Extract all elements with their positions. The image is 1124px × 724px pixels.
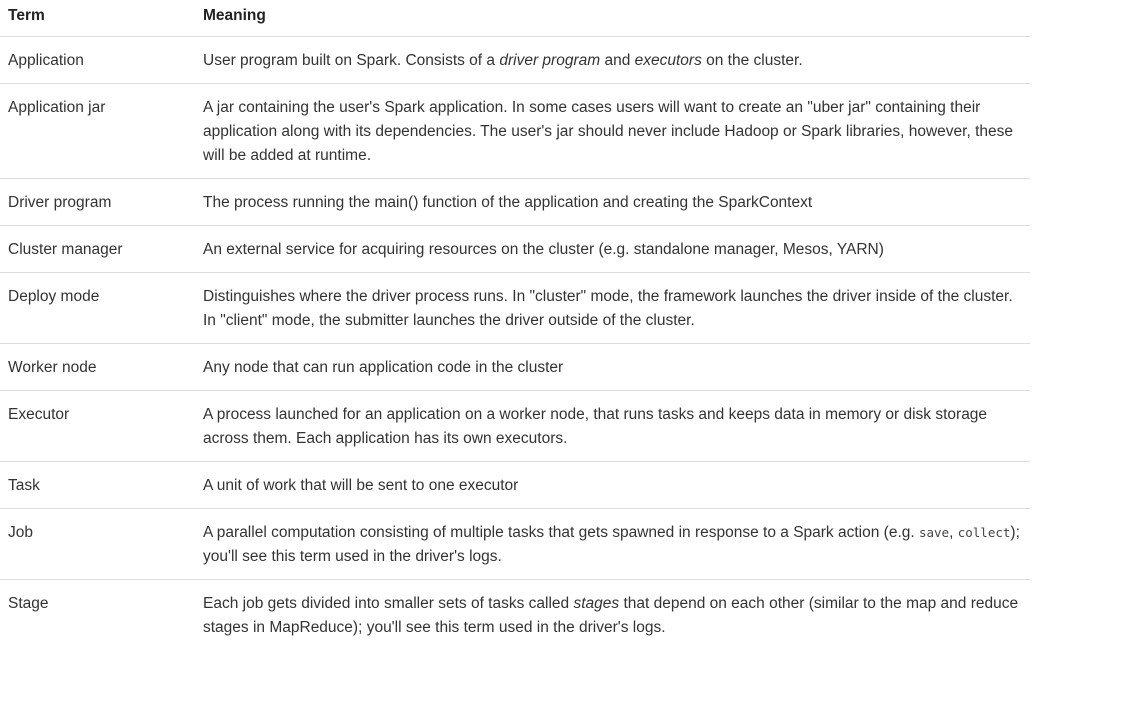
meaning-text: and (600, 52, 635, 69)
table-row: Deploy mode Distinguishes where the drive… (0, 272, 1030, 344)
table-row: Application jar A jar containing the user… (0, 83, 1030, 179)
term-column-header: Term (8, 7, 45, 24)
meaning-cell: User program built on Spark. Consists of… (195, 37, 1030, 84)
table-row: Application User program built on Spark. … (0, 36, 1030, 84)
table-row: Driver program The process running the ma… (0, 178, 1030, 226)
meaning-cell: The process running the main() function … (195, 179, 1030, 226)
table-body: Application User program built on Spark. … (0, 36, 1030, 651)
meaning-text: A process launched for an application on… (203, 406, 988, 447)
meaning-text: Each job gets divided into smaller sets … (203, 595, 574, 612)
meaning-cell: Distinguishes where the driver process r… (195, 273, 1030, 344)
term-cell: Job (8, 524, 33, 541)
meaning-text: A unit of work that will be sent to one … (203, 477, 519, 494)
meaning-text: User program built on Spark. Consists of… (203, 52, 500, 69)
term-cell: Executor (8, 406, 70, 423)
glossary-table: Term Meaning Application User program bui… (0, 0, 1030, 650)
table-row: Worker node Any node that can run applica… (0, 343, 1030, 391)
term-cell: Deploy mode (8, 288, 100, 305)
meaning-text: Any node that can run application code i… (203, 359, 564, 376)
meaning-cell: A unit of work that will be sent to one … (195, 462, 1030, 509)
term-cell: Application (8, 52, 84, 69)
header-row: Term Meaning (0, 0, 1030, 37)
meaning-text: The process running the main() function … (203, 194, 813, 211)
meaning-cell: Any node that can run application code i… (195, 344, 1030, 391)
code-text: collect (957, 525, 1011, 540)
table-row: Job A parallel computation consisting of … (0, 508, 1030, 580)
term-cell: Driver program (8, 194, 112, 211)
code-text: save (918, 525, 950, 540)
emphasized-text: executors (634, 52, 702, 69)
term-cell: Worker node (8, 359, 97, 376)
table-header: Term Meaning (0, 0, 1030, 37)
meaning-column-header: Meaning (203, 7, 266, 24)
meaning-text: , (949, 524, 958, 541)
table-row: Stage Each job gets divided into smaller … (0, 579, 1030, 651)
table-row: Task A unit of work that will be sent to … (0, 461, 1030, 509)
table-row: Executor A process launched for an applic… (0, 390, 1030, 462)
meaning-cell: A jar containing the user's Spark applic… (195, 84, 1030, 179)
table-row: Cluster manager An external service for a… (0, 225, 1030, 273)
meaning-text: A jar containing the user's Spark applic… (203, 99, 1014, 164)
meaning-text: An external service for acquiring resour… (203, 241, 884, 258)
meaning-cell: An external service for acquiring resour… (195, 226, 1030, 273)
meaning-cell: A parallel computation consisting of mul… (195, 509, 1030, 580)
meaning-text: A parallel computation consisting of mul… (203, 524, 919, 541)
meaning-cell: Each job gets divided into smaller sets … (195, 580, 1030, 651)
term-cell: Task (8, 477, 40, 494)
meaning-text: Distinguishes where the driver process r… (203, 288, 1013, 329)
term-cell: Cluster manager (8, 241, 123, 258)
emphasized-text: driver program (499, 52, 601, 69)
term-cell: Stage (8, 595, 49, 612)
term-cell: Application jar (8, 99, 106, 116)
meaning-cell: A process launched for an application on… (195, 391, 1030, 462)
meaning-text: on the cluster. (701, 52, 803, 69)
emphasized-text: stages (573, 595, 620, 612)
